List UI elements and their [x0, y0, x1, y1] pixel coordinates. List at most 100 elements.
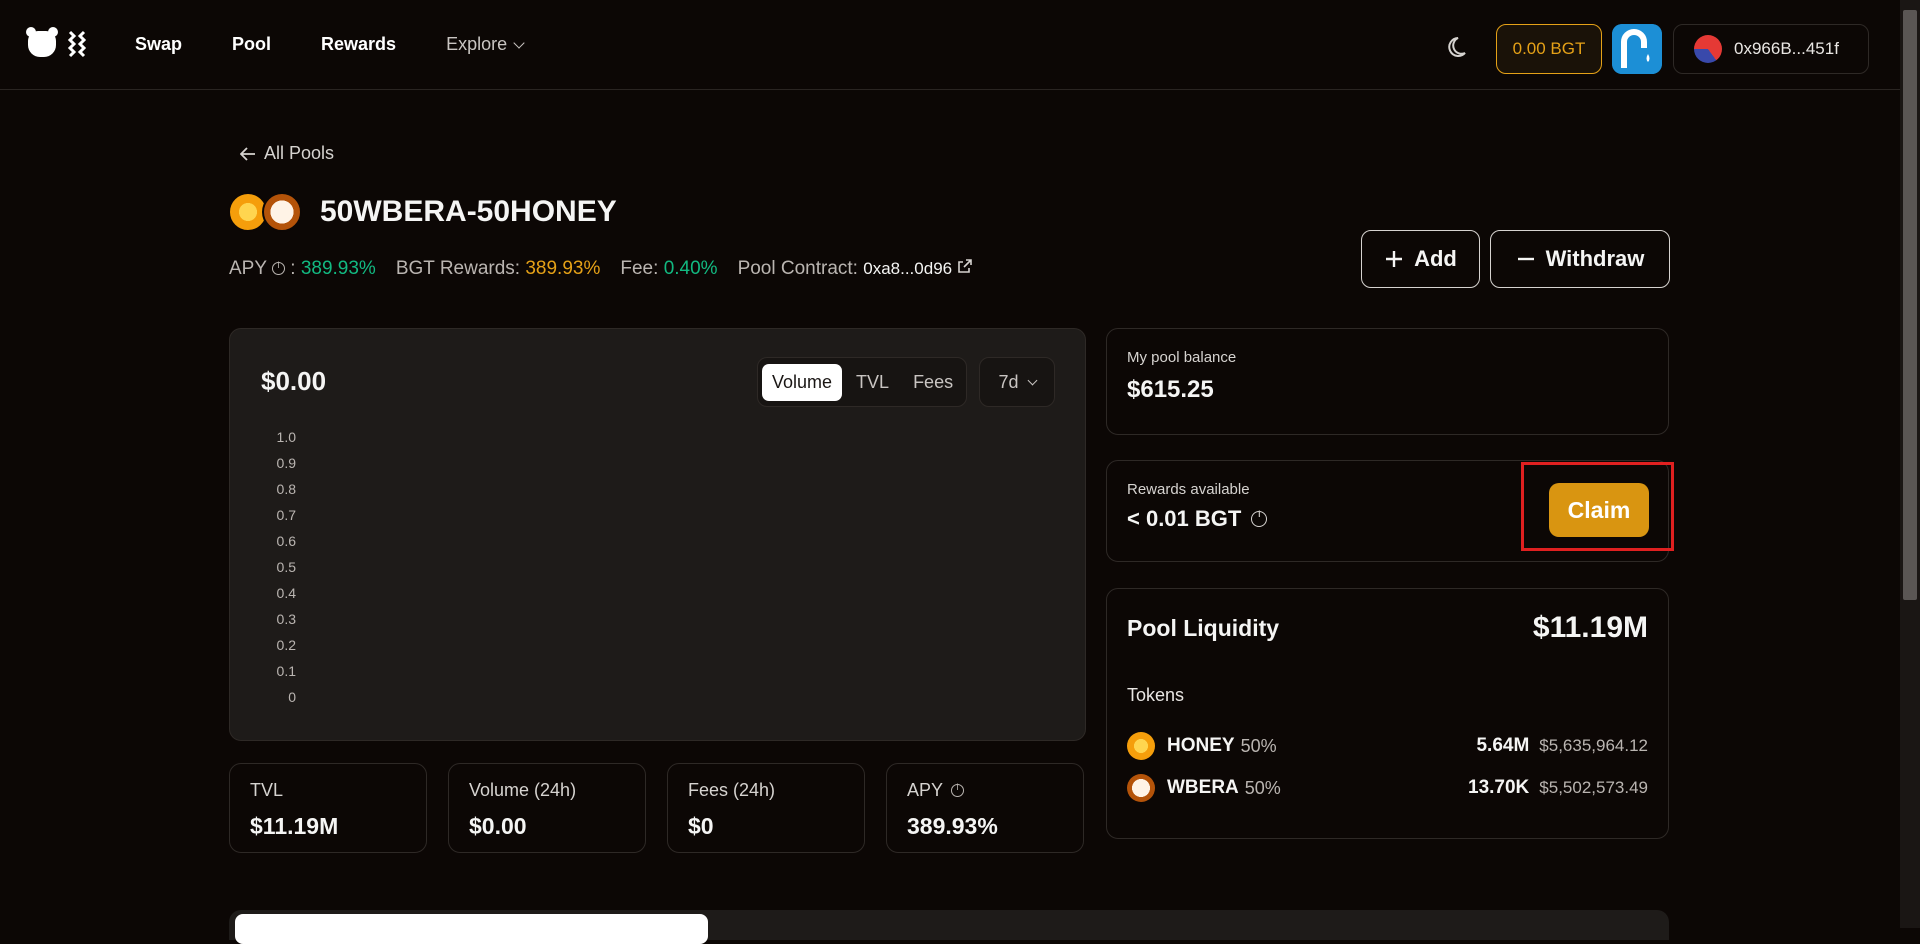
- token-pct: 50%: [1244, 777, 1281, 798]
- y-tick-label: 0.4: [276, 585, 296, 601]
- token-name: HONEY: [1167, 735, 1235, 756]
- fee-label: Fee:: [620, 258, 659, 279]
- minus-icon: [1517, 257, 1534, 261]
- y-tick-label: 0.6: [276, 533, 296, 549]
- wallet-avatar: [1694, 35, 1722, 63]
- app-logo[interactable]: [26, 27, 90, 58]
- token-pct: 50%: [1240, 735, 1277, 756]
- plus-icon: [1386, 251, 1403, 267]
- stat-card-tvl: TVL $11.19M: [229, 763, 427, 853]
- page-title: 50WBERA-50HONEY: [320, 195, 617, 228]
- claim-button[interactable]: Claim: [1549, 483, 1649, 537]
- top-nav-bar: Swap Pool Rewards Explore 0.00 BGT 0x966…: [0, 0, 1900, 90]
- back-label: All Pools: [264, 143, 335, 163]
- rewards-value: < 0.01 BGT: [1127, 506, 1242, 531]
- y-tick-label: 0.7: [276, 507, 296, 523]
- pool-balance-label: My pool balance: [1127, 349, 1237, 366]
- token-usd: $5,635,964.12: [1539, 736, 1648, 755]
- nav-swap[interactable]: Swap: [135, 34, 182, 55]
- bgt-rewards-label: BGT Rewards:: [395, 258, 521, 279]
- chart-period-select[interactable]: 7d: [979, 357, 1055, 407]
- external-link-icon[interactable]: [957, 258, 973, 274]
- bottom-tabs-strip: [229, 910, 1669, 944]
- fee-group: Fee: 0.40%: [620, 258, 717, 280]
- period-value: 7d: [998, 371, 1019, 392]
- y-tick-label: 0: [288, 689, 296, 705]
- apy-separator: :: [290, 258, 296, 279]
- pool-balance-value: $615.25: [1127, 376, 1214, 403]
- token-amount: 13.70K: [1468, 777, 1530, 798]
- stat-value: $0: [688, 813, 714, 839]
- y-tick-label: 0.8: [276, 481, 296, 497]
- active-bottom-tab[interactable]: [235, 914, 708, 944]
- y-tick-label: 0.9: [276, 455, 296, 471]
- bgt-balance-button[interactable]: 0.00 BGT: [1496, 24, 1602, 74]
- wallet-address: 0x966B...451f: [1734, 39, 1839, 58]
- nav-rewards[interactable]: Rewards: [321, 34, 396, 55]
- apy-value: 389.93%: [300, 258, 376, 279]
- y-tick-label: 0.1: [276, 663, 296, 679]
- stat-value: $11.19M: [250, 813, 339, 839]
- stat-card-fees: Fees (24h) $0: [667, 763, 865, 853]
- contract-group: Pool Contract: 0xa8...0d96: [738, 258, 974, 280]
- info-icon[interactable]: [1251, 509, 1268, 527]
- honey-token-icon: [1127, 732, 1155, 760]
- chart-current-value: $0.00: [261, 366, 327, 396]
- tab-volume[interactable]: Volume: [762, 363, 843, 401]
- y-tick-label: 1.0: [276, 429, 296, 445]
- bear-logo-icon: [26, 27, 58, 57]
- add-liquidity-button[interactable]: Add: [1361, 230, 1480, 288]
- faucet-icon[interactable]: [1612, 24, 1662, 74]
- wallet-button[interactable]: 0x966B...451f: [1673, 24, 1869, 74]
- pool-liquidity-card: Pool Liquidity $11.19M Tokens HONEY 50% …: [1106, 588, 1669, 839]
- liquidity-header: Pool Liquidity $11.19M: [1127, 611, 1648, 645]
- theme-toggle-moon-icon[interactable]: [1447, 34, 1473, 60]
- add-label: Add: [1414, 246, 1457, 271]
- liquidity-value: $11.19M: [1532, 611, 1648, 644]
- contract-label: Pool Contract:: [737, 258, 858, 279]
- back-to-all-pools-link[interactable]: All Pools: [240, 143, 334, 164]
- stat-label-row: APY: [907, 780, 1063, 801]
- y-tick-label: 0.2: [276, 637, 296, 653]
- stat-label: Fees (24h): [688, 780, 776, 800]
- token-amount: 5.64M: [1476, 735, 1530, 756]
- main-nav: Swap Pool Rewards Explore: [135, 34, 525, 55]
- info-icon[interactable]: [271, 260, 285, 276]
- tab-tvl[interactable]: TVL: [846, 364, 899, 401]
- wbera-token-icon: [1127, 774, 1155, 802]
- stat-card-apy: APY 389.93%: [886, 763, 1084, 853]
- chevron-down-icon: [1027, 375, 1037, 385]
- token-usd: $5,502,573.49: [1539, 778, 1648, 797]
- fee-value: 0.40%: [663, 258, 718, 279]
- info-icon[interactable]: [951, 782, 965, 797]
- token-row-wbera: WBERA 50% 13.70K $5,502,573.49: [1127, 774, 1648, 802]
- apy-label: APY: [229, 258, 267, 279]
- pool-token-icons: [228, 192, 302, 232]
- stat-card-volume: Volume (24h) $0.00: [448, 763, 646, 853]
- stat-value: 389.93%: [907, 813, 998, 839]
- y-tick-label: 0.3: [276, 611, 296, 627]
- token-name: WBERA: [1167, 777, 1239, 798]
- chain-logo-icon: [67, 30, 87, 58]
- arrow-left-icon: [240, 146, 255, 161]
- scrollbar-thumb[interactable]: [1903, 10, 1917, 600]
- stat-label: Volume (24h): [469, 780, 577, 800]
- chevron-down-icon: [513, 36, 525, 49]
- pool-balance-card: My pool balance $615.25: [1106, 328, 1669, 435]
- contract-address-link[interactable]: 0xa8...0d96: [863, 259, 952, 278]
- stat-label: TVL: [250, 780, 284, 800]
- chart-metric-tabs: Volume TVL Fees: [757, 357, 967, 407]
- withdraw-label: Withdraw: [1545, 246, 1645, 271]
- token-row-honey: HONEY 50% 5.64M $5,635,964.12: [1127, 732, 1648, 760]
- withdraw-button[interactable]: Withdraw: [1490, 230, 1670, 288]
- bgt-rewards-value: 389.93%: [525, 258, 601, 279]
- tab-fees[interactable]: Fees: [903, 364, 963, 401]
- pool-header: 50WBERA-50HONEY: [228, 192, 617, 232]
- liquidity-title: Pool Liquidity: [1127, 614, 1280, 641]
- nav-explore[interactable]: Explore: [446, 34, 525, 55]
- stat-value: $0.00: [469, 813, 527, 839]
- wbera-token-icon: [262, 192, 302, 232]
- nav-pool[interactable]: Pool: [232, 34, 271, 55]
- page-scrollbar[interactable]: [1900, 0, 1920, 928]
- stat-label: APY: [907, 780, 944, 800]
